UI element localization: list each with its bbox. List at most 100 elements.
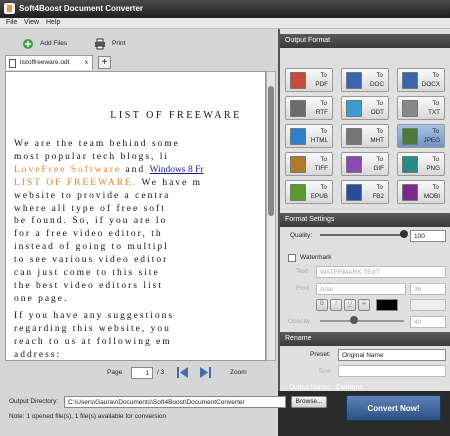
add-tab-button[interactable]: + — [98, 56, 111, 69]
format-name-label: PNG — [426, 165, 440, 172]
italic-button[interactable]: I — [330, 299, 342, 311]
format-to-label: To — [432, 184, 439, 191]
fb2-file-icon — [346, 184, 362, 201]
doc-file-icon — [346, 72, 362, 89]
format-fb2-button[interactable]: To FB2 — [341, 180, 389, 204]
format-rtf-button[interactable]: To RTF — [285, 96, 333, 120]
rtf-file-icon — [290, 100, 306, 117]
format-gif-button[interactable]: To GIF — [341, 152, 389, 176]
doc-line: for a free video editor, th — [14, 229, 163, 240]
doc-line: be found. So, if you are lo — [14, 216, 168, 227]
window-title: Soft4Boost Document Converter — [19, 4, 144, 13]
format-to-label: To — [376, 72, 383, 79]
document-paragraph-1: We are the team behind some most popular… — [14, 138, 265, 306]
format-to-label: To — [376, 156, 383, 163]
quality-slider-thumb[interactable] — [400, 230, 408, 238]
document-preview: LIST OF FREEWARE We are the team behind … — [5, 71, 266, 361]
format-mht-button[interactable]: To MHT — [341, 124, 389, 148]
jpeg-file-icon — [402, 128, 418, 145]
doc-link-windows8[interactable]: Windows 8 Fr — [150, 165, 204, 175]
format-html-button[interactable]: To HTML — [285, 124, 333, 148]
format-to-label: To — [320, 156, 327, 163]
format-name-label: ODT — [370, 109, 384, 116]
first-page-icon[interactable] — [176, 366, 190, 381]
document-title: LIST OF FREEWARE — [110, 110, 242, 121]
format-to-label: To — [376, 128, 383, 135]
format-name-label: JPEG — [423, 137, 440, 144]
txt-file-icon — [402, 100, 418, 117]
right-panel: Output Format To PDF To DOC To DOCX To RTF To ODT… — [278, 29, 450, 391]
format-epub-button[interactable]: To EPUB — [285, 180, 333, 204]
format-settings-header: Format Settings — [280, 213, 450, 227]
mht-file-icon — [346, 128, 362, 145]
quality-label: Quality: — [290, 232, 313, 239]
convert-now-button[interactable]: Convert Now! — [346, 395, 441, 421]
format-to-label: To — [376, 100, 383, 107]
doc-line: the best video editors list — [14, 280, 163, 291]
doc-text: and — [125, 164, 146, 175]
opacity-slider-thumb[interactable] — [349, 316, 358, 324]
doc-link-list-of-freeware[interactable]: LIST OF FREEWARE. — [14, 178, 137, 188]
watermark-checkbox[interactable] — [288, 254, 296, 262]
bold-button[interactable]: B — [316, 299, 328, 311]
format-tiff-button[interactable]: To TIFF — [285, 152, 333, 176]
format-name-label: GIF — [373, 165, 385, 172]
rename-text-input[interactable] — [338, 365, 446, 377]
page-total: / 3 — [157, 369, 165, 376]
document-tab[interactable]: listoffreeware.odt x — [5, 55, 93, 70]
format-docx-button[interactable]: To DOCX — [397, 68, 445, 92]
document-paragraph-2: If you have any suggestions regarding th… — [14, 310, 265, 360]
color-picker-button[interactable] — [376, 299, 398, 311]
watermark-text-label: Text — [296, 268, 308, 275]
format-name-label: HTML — [310, 137, 328, 144]
print-label: Print — [112, 40, 126, 47]
close-tab-icon[interactable]: x — [85, 56, 88, 70]
browse-button[interactable]: Browse... — [291, 396, 327, 408]
format-to-label: To — [432, 72, 439, 79]
format-mobi-button[interactable]: To MOBI — [397, 180, 445, 204]
odt-file-icon — [346, 100, 362, 117]
status-note: Note: 1 opened file(s), 1 file(s) availa… — [9, 413, 167, 420]
document-scrollbar[interactable] — [266, 71, 276, 361]
doc-line: We are the team behind some — [14, 139, 180, 149]
format-name-label: PDF — [315, 81, 328, 88]
page-label: Page — [107, 369, 123, 376]
format-doc-button[interactable]: To DOC — [341, 68, 389, 92]
format-to-label: To — [432, 128, 439, 135]
format-txt-button[interactable]: To TXT — [397, 96, 445, 120]
opacity-slider[interactable] — [320, 320, 404, 322]
format-to-label: To — [320, 72, 327, 79]
watermark-text-input[interactable]: WATERMARK TEXT — [316, 266, 446, 278]
opacity-input[interactable]: 40 — [410, 316, 446, 328]
watermark-label: Watermark — [300, 254, 332, 261]
format-to-label: To — [376, 184, 383, 191]
quality-slider[interactable] — [320, 234, 404, 236]
document-tab-label: listoffreeware.odt — [20, 59, 70, 66]
zoom-label: Zoom — [230, 369, 247, 376]
opacity-label: Opacity — [288, 318, 311, 325]
format-pdf-button[interactable]: To PDF — [285, 68, 333, 92]
strikethrough-button[interactable]: S — [358, 299, 370, 311]
doc-link-lovefree[interactable]: LoveFree Software — [14, 165, 121, 175]
page-input[interactable]: 1 — [131, 367, 153, 379]
next-page-icon[interactable] — [198, 366, 212, 381]
page-navigation: Page 1 / 3 Zoom — [0, 362, 278, 384]
rotation-select[interactable] — [410, 299, 446, 311]
menu-file[interactable]: File — [6, 19, 17, 26]
output-directory-input[interactable]: C:\Users\Gaurav\Documents\Soft4Boost\Doc… — [64, 396, 286, 408]
add-files-icon — [22, 38, 34, 50]
format-png-button[interactable]: To PNG — [397, 152, 445, 176]
format-name-label: TXT — [428, 109, 440, 116]
format-name-label: DOCX — [421, 81, 440, 88]
format-odt-button[interactable]: To ODT — [341, 96, 389, 120]
preset-select[interactable]: Original Name — [338, 349, 446, 361]
scrollbar-thumb[interactable] — [268, 86, 274, 216]
rename-text-label: Text — [318, 368, 330, 375]
menu-view[interactable]: View — [24, 19, 39, 26]
font-size-select[interactable]: 36 — [410, 283, 446, 295]
menu-help[interactable]: Help — [46, 19, 60, 26]
underline-button[interactable]: U — [344, 299, 356, 311]
format-jpeg-button[interactable]: To JPEG — [397, 124, 445, 148]
quality-input[interactable]: 100 — [410, 230, 446, 242]
font-select[interactable]: Arial — [316, 283, 406, 295]
